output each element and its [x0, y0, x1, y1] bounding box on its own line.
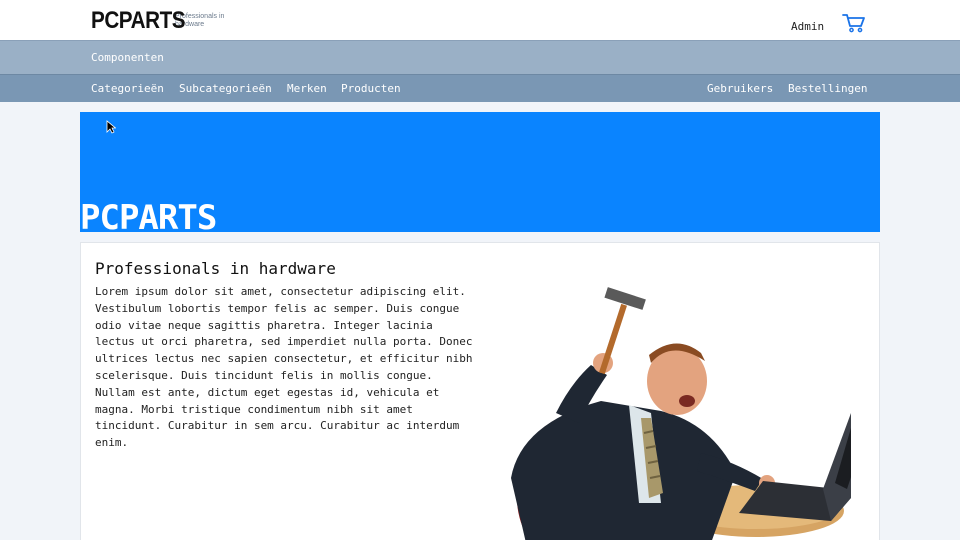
site-logo[interactable]: PCPARTS Professionals in hardware — [91, 8, 225, 34]
hero-illustration — [511, 287, 851, 540]
top-header: PCPARTS Professionals in hardware Admin — [0, 0, 960, 40]
content-card: Professionals in hardware Lorem ipsum do… — [80, 242, 880, 540]
nav-item-gebruikers[interactable]: Gebruikers — [707, 82, 773, 95]
primary-nav: Componenten — [0, 40, 960, 74]
nav-item-producten[interactable]: Producten — [341, 82, 401, 95]
content-heading: Professionals in hardware — [95, 259, 336, 278]
nav-item-bestellingen[interactable]: Bestellingen — [788, 82, 867, 95]
nav-item-componenten[interactable]: Componenten — [91, 51, 164, 64]
nav-item-merken[interactable]: Merken — [287, 82, 327, 95]
mouse-cursor-icon — [106, 120, 116, 134]
nav-item-categorieen[interactable]: Categorieën — [91, 82, 164, 95]
hero-banner: PCPARTS — [80, 112, 880, 232]
nav-item-subcategorieen[interactable]: Subcategorieën — [179, 82, 272, 95]
hero-title: PCPARTS — [80, 198, 217, 232]
logo-wordmark: PCPARTS — [91, 7, 186, 34]
content-body: Lorem ipsum dolor sit amet, consectetur … — [95, 285, 473, 450]
cart-icon[interactable] — [842, 13, 866, 33]
secondary-nav: Categorieën Subcategorieën Merken Produc… — [0, 74, 960, 102]
user-menu-admin[interactable]: Admin — [791, 20, 824, 33]
